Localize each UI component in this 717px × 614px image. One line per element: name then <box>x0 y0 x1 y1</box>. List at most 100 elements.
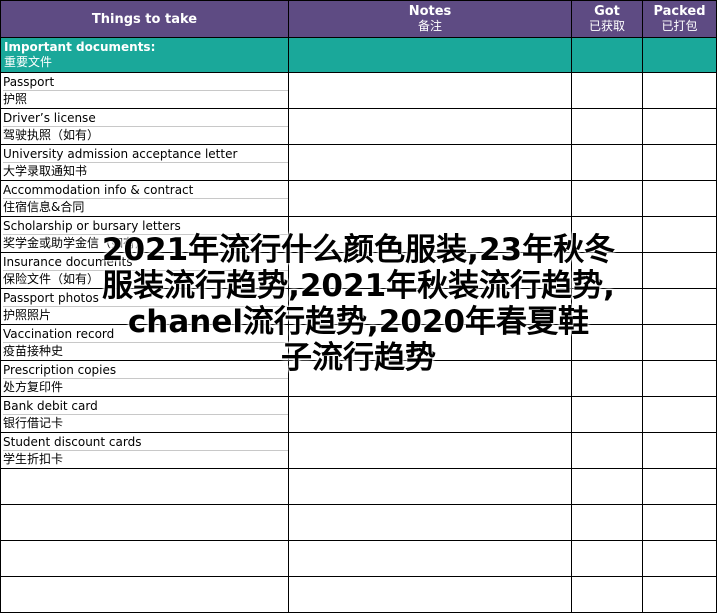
packed-cell[interactable] <box>642 468 717 505</box>
item-name-zh: 疫苗接种史 <box>3 344 64 358</box>
item-name-zh: 学生折扣卡 <box>3 452 64 466</box>
item-name-zh: 奖学金或助学金信（如有） <box>3 236 148 250</box>
item-name-zh: 护照 <box>3 92 28 106</box>
section-title: Important documents: 重要文件 <box>0 37 289 73</box>
empty-label-cell[interactable] <box>0 504 289 541</box>
packed-cell[interactable] <box>642 396 717 433</box>
item-name-zh: 处方复印件 <box>3 380 64 394</box>
item-label-cell: Bank debit card 银行借记卡 <box>0 396 289 433</box>
table-row: Prescription copies 处方复印件 <box>0 360 717 397</box>
notes-cell[interactable] <box>288 432 572 469</box>
checklist-table: Things to take Notes 备注 Got 已获取 Packed 已打包 … <box>0 0 717 613</box>
section-packed-cell <box>642 37 717 73</box>
notes-cell[interactable] <box>288 72 572 109</box>
empty-row <box>0 468 717 505</box>
got-cell[interactable] <box>571 504 643 541</box>
section-got-cell <box>571 37 643 73</box>
empty-label-cell[interactable] <box>0 468 289 505</box>
item-label-cell: Prescription copies 处方复印件 <box>0 360 289 397</box>
table-row: Insurance documents 保险文件（如有） <box>0 252 717 289</box>
table-row: Driver’s license 驾驶执照（如有） <box>0 108 717 145</box>
got-cell[interactable] <box>571 144 643 181</box>
item-name-en: Vaccination record <box>3 326 288 343</box>
packed-cell[interactable] <box>642 288 717 325</box>
header-packed-zh: 已打包 <box>661 19 698 33</box>
packed-cell[interactable] <box>642 576 717 613</box>
item-name-zh: 住宿信息&合同 <box>3 200 85 214</box>
header-things-label: Things to take <box>91 11 198 27</box>
packed-cell[interactable] <box>642 108 717 145</box>
got-cell[interactable] <box>571 252 643 289</box>
empty-row <box>0 504 717 541</box>
table-row: Accommodation info & contract 住宿信息&合同 <box>0 180 717 217</box>
got-cell[interactable] <box>571 108 643 145</box>
table-row: Bank debit card 银行借记卡 <box>0 396 717 433</box>
got-cell[interactable] <box>571 72 643 109</box>
packed-cell[interactable] <box>642 216 717 253</box>
got-cell[interactable] <box>571 432 643 469</box>
section-row-important-documents: Important documents: 重要文件 <box>0 37 717 73</box>
notes-cell[interactable] <box>288 288 572 325</box>
item-label-cell: University admission acceptance letter 大学… <box>0 144 289 181</box>
item-name-en: Driver’s license <box>3 110 288 127</box>
header-packed-en: Packed <box>653 4 706 19</box>
item-name-en: Bank debit card <box>3 398 288 415</box>
item-label-cell: Driver’s license 驾驶执照（如有） <box>0 108 289 145</box>
packed-cell[interactable] <box>642 144 717 181</box>
notes-cell[interactable] <box>288 216 572 253</box>
item-label-cell: Vaccination record 疫苗接种史 <box>0 324 289 361</box>
notes-cell[interactable] <box>288 540 572 577</box>
header-got: Got 已获取 <box>571 0 643 38</box>
notes-cell[interactable] <box>288 324 572 361</box>
item-name-zh: 银行借记卡 <box>3 416 64 430</box>
packed-cell[interactable] <box>642 180 717 217</box>
notes-cell[interactable] <box>288 108 572 145</box>
header-got-zh: 已获取 <box>588 19 625 33</box>
got-cell[interactable] <box>571 288 643 325</box>
header-packed: Packed 已打包 <box>642 0 717 38</box>
table-row: Passport photos 护照照片 <box>0 288 717 325</box>
notes-cell[interactable] <box>288 396 572 433</box>
section-notes-cell <box>288 37 572 73</box>
header-notes-zh: 备注 <box>417 19 442 33</box>
notes-cell[interactable] <box>288 468 572 505</box>
got-cell[interactable] <box>571 468 643 505</box>
packed-cell[interactable] <box>642 324 717 361</box>
empty-label-cell[interactable] <box>0 576 289 613</box>
got-cell[interactable] <box>571 360 643 397</box>
got-cell[interactable] <box>571 180 643 217</box>
got-cell[interactable] <box>571 540 643 577</box>
item-name-en: Student discount cards <box>3 434 288 451</box>
packed-cell[interactable] <box>642 360 717 397</box>
got-cell[interactable] <box>571 396 643 433</box>
item-name-en: Passport <box>3 74 288 91</box>
packed-cell[interactable] <box>642 504 717 541</box>
item-name-zh: 护照照片 <box>3 308 52 322</box>
section-title-en: Important documents: <box>4 40 156 54</box>
packed-cell[interactable] <box>642 252 717 289</box>
notes-cell[interactable] <box>288 252 572 289</box>
packed-cell[interactable] <box>642 540 717 577</box>
section-title-zh: 重要文件 <box>4 55 53 69</box>
item-name-zh: 驾驶执照（如有） <box>3 128 100 142</box>
notes-cell[interactable] <box>288 576 572 613</box>
table-row: Scholarship or bursary letters 奖学金或助学金信（如… <box>0 216 717 253</box>
item-label-cell: Insurance documents 保险文件（如有） <box>0 252 289 289</box>
notes-cell[interactable] <box>288 360 572 397</box>
notes-cell[interactable] <box>288 504 572 541</box>
notes-cell[interactable] <box>288 144 572 181</box>
header-row: Things to take Notes 备注 Got 已获取 Packed 已打包 <box>0 0 717 38</box>
got-cell[interactable] <box>571 216 643 253</box>
packed-cell[interactable] <box>642 432 717 469</box>
empty-label-cell[interactable] <box>0 540 289 577</box>
packed-cell[interactable] <box>642 72 717 109</box>
notes-cell[interactable] <box>288 180 572 217</box>
got-cell[interactable] <box>571 576 643 613</box>
item-label-cell: Scholarship or bursary letters 奖学金或助学金信（如… <box>0 216 289 253</box>
got-cell[interactable] <box>571 324 643 361</box>
header-things: Things to take <box>0 0 289 38</box>
table-row: Passport 护照 <box>0 72 717 109</box>
header-notes-en: Notes <box>408 4 452 19</box>
item-name-en: Passport photos <box>3 290 288 307</box>
table-row: Vaccination record 疫苗接种史 <box>0 324 717 361</box>
